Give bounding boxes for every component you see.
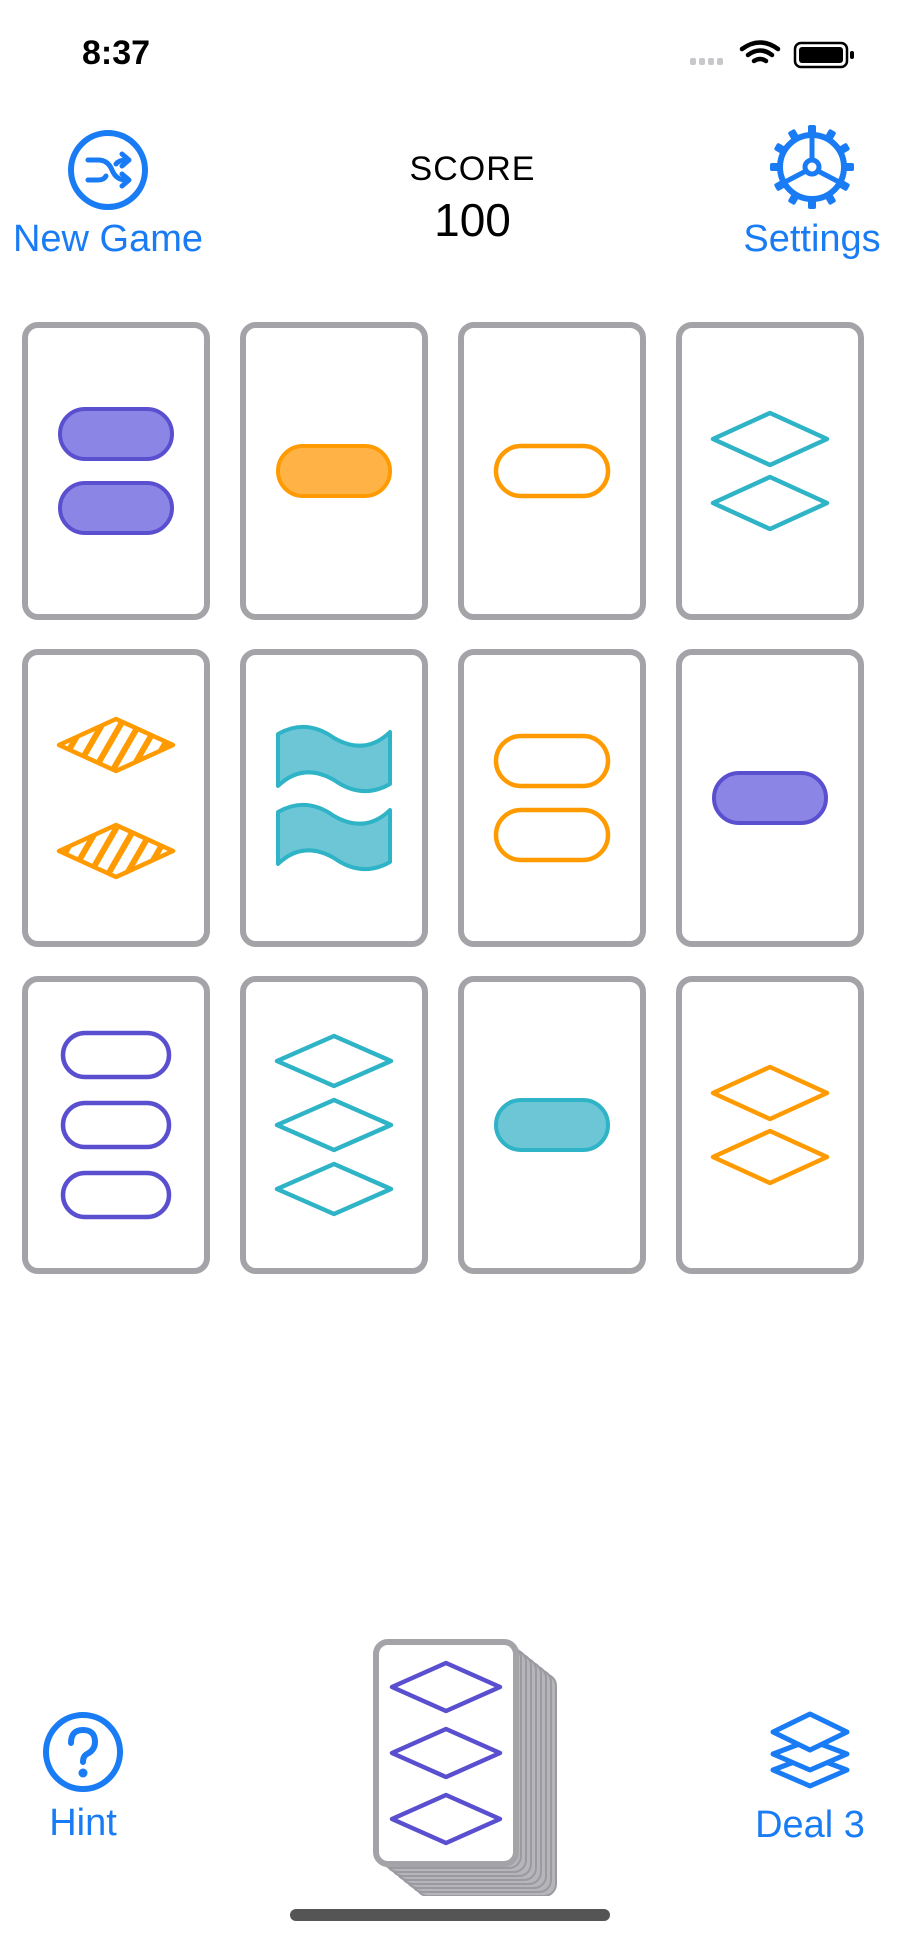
deck[interactable] bbox=[370, 1636, 570, 1897]
card[interactable] bbox=[240, 322, 428, 620]
card[interactable] bbox=[676, 649, 864, 947]
card[interactable] bbox=[458, 649, 646, 947]
cellular-signal-icon bbox=[690, 58, 723, 65]
card-symbols bbox=[494, 1098, 610, 1152]
home-indicator bbox=[290, 1909, 610, 1921]
card-symbols bbox=[60, 1030, 172, 1220]
settings-label: Settings bbox=[743, 218, 881, 260]
card[interactable] bbox=[676, 976, 864, 1274]
oval-symbol bbox=[60, 1030, 172, 1080]
oval-symbol bbox=[276, 444, 392, 498]
oval-symbol bbox=[494, 1098, 610, 1152]
card-symbols bbox=[56, 716, 176, 880]
oval-symbol bbox=[60, 1100, 172, 1150]
oval-symbol bbox=[493, 733, 611, 789]
diamond-symbol bbox=[710, 410, 830, 468]
oval-symbol bbox=[58, 407, 174, 461]
card-symbols bbox=[710, 1064, 830, 1186]
card[interactable] bbox=[458, 976, 646, 1274]
diamond-symbol bbox=[710, 1064, 830, 1122]
card[interactable] bbox=[22, 649, 210, 947]
deck-stack bbox=[373, 1639, 557, 1897]
card-symbols bbox=[276, 725, 392, 871]
card-symbols bbox=[493, 733, 611, 863]
question-circle-icon bbox=[43, 1712, 123, 1792]
diamond-symbol bbox=[56, 716, 176, 774]
oval-symbol bbox=[712, 771, 828, 825]
card[interactable] bbox=[676, 322, 864, 620]
card[interactable] bbox=[240, 976, 428, 1274]
diamond-symbol bbox=[710, 1128, 830, 1186]
card-symbols bbox=[58, 407, 174, 535]
diamond-symbol bbox=[274, 1097, 394, 1153]
card[interactable] bbox=[240, 649, 428, 947]
card[interactable] bbox=[458, 322, 646, 620]
oval-symbol bbox=[493, 807, 611, 863]
status-time: 8:37 bbox=[82, 34, 151, 72]
card-symbols bbox=[274, 1033, 394, 1217]
squiggle-symbol bbox=[276, 803, 392, 871]
diamond-symbol bbox=[274, 1033, 394, 1089]
battery-icon bbox=[793, 41, 854, 69]
diamond-symbol bbox=[56, 822, 176, 880]
oval-symbol bbox=[493, 443, 611, 499]
card-symbols bbox=[710, 410, 830, 532]
hint-button[interactable]: Hint bbox=[8, 1710, 158, 1845]
hint-label: Hint bbox=[49, 1802, 117, 1844]
gear-icon bbox=[770, 125, 854, 209]
status-icons bbox=[690, 40, 854, 69]
wifi-icon bbox=[739, 40, 781, 64]
deal-3-label: Deal 3 bbox=[755, 1804, 865, 1846]
card-symbols bbox=[493, 443, 611, 499]
squiggle-symbol bbox=[276, 725, 392, 793]
deal-3-button[interactable]: Deal 3 bbox=[735, 1706, 885, 1847]
oval-symbol bbox=[60, 1170, 172, 1220]
diamond-symbol bbox=[274, 1161, 394, 1217]
card-symbols bbox=[276, 444, 392, 498]
stack-icon bbox=[770, 1711, 850, 1789]
diamond-symbol bbox=[710, 474, 830, 532]
oval-symbol bbox=[58, 481, 174, 535]
settings-button[interactable]: Settings bbox=[732, 122, 892, 261]
card[interactable] bbox=[22, 322, 210, 620]
card-symbols bbox=[712, 771, 828, 825]
card[interactable] bbox=[22, 976, 210, 1274]
